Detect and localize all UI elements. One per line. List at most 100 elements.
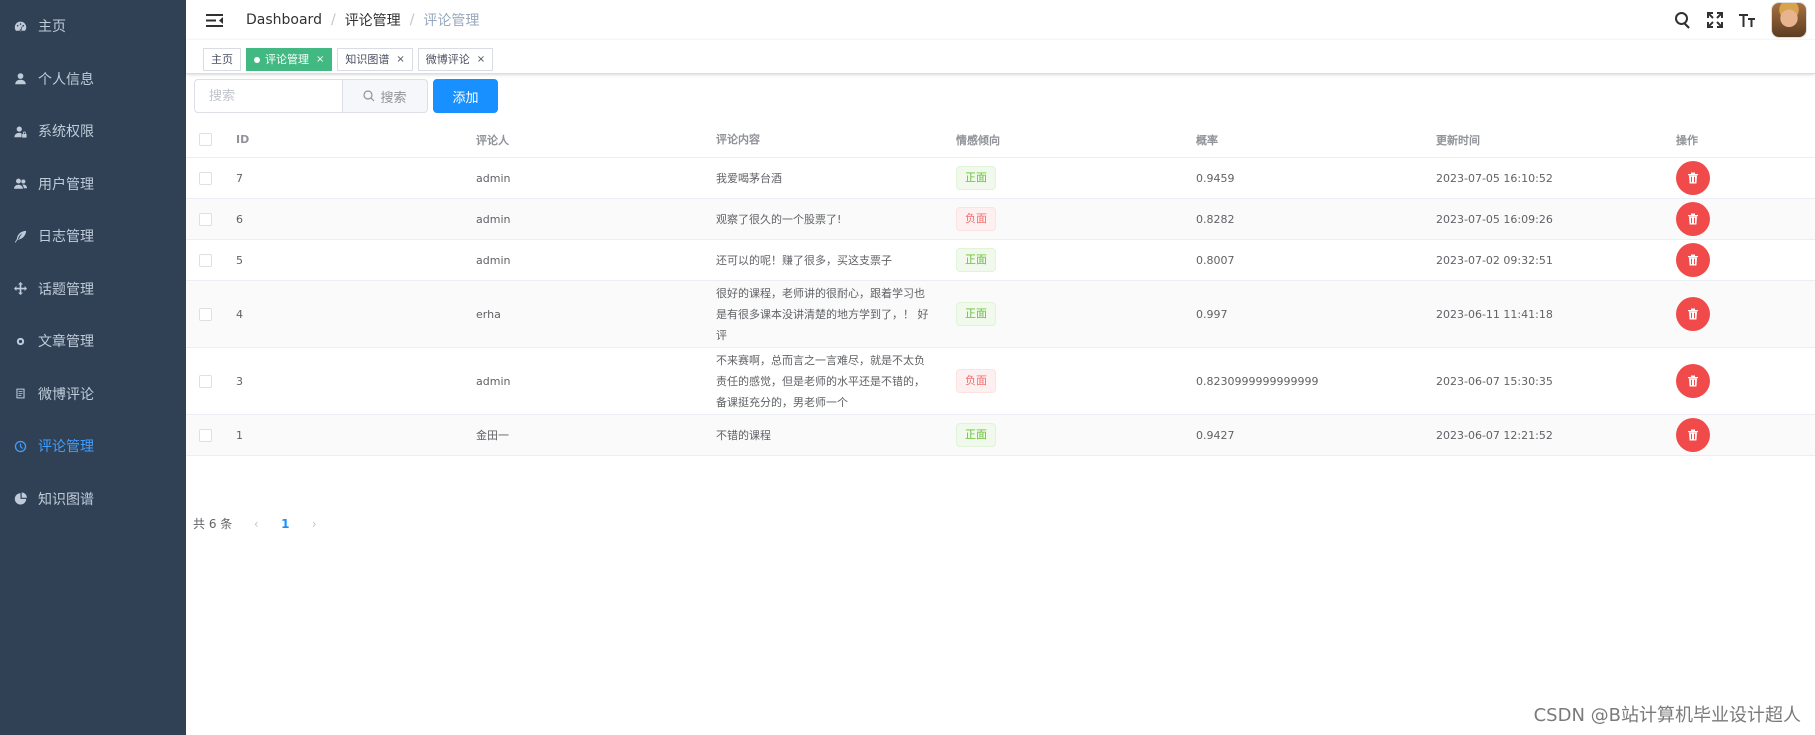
sidebar-item-7[interactable]: 微博评论 <box>0 368 186 421</box>
cell-update-time: 2023-06-07 15:30:35 <box>1436 374 1553 388</box>
cell-user: erha <box>476 307 501 321</box>
font-size-icon[interactable] <box>1737 10 1757 30</box>
search-icon[interactable] <box>1673 10 1693 30</box>
delete-button[interactable] <box>1676 418 1710 452</box>
cell-update-time: 2023-07-02 09:32:51 <box>1436 253 1553 267</box>
users-icon <box>12 176 28 192</box>
hamburger-menu-icon[interactable] <box>204 10 224 30</box>
right-menu <box>1673 0 1807 40</box>
cell-content: 我爱喝茅台酒 <box>716 171 782 185</box>
sidebar-item-9[interactable]: 知识图谱 <box>0 473 186 526</box>
search-input[interactable] <box>194 79 343 113</box>
trash-icon <box>1688 172 1698 184</box>
cell-probability: 0.8230999999999999 <box>1196 374 1319 388</box>
close-icon[interactable]: × <box>477 49 485 70</box>
sidebar-item-5[interactable]: 话题管理 <box>0 263 186 316</box>
cell-update-time: 2023-06-07 12:21:52 <box>1436 428 1553 442</box>
search-icon <box>363 90 375 102</box>
active-dot-icon <box>254 56 260 63</box>
row-checkbox[interactable] <box>199 253 212 267</box>
move-icon <box>12 281 28 297</box>
search-button-label: 搜索 <box>380 90 407 106</box>
sidebar-item-2[interactable]: 系统权限 <box>0 105 186 158</box>
pagination-next-button[interactable]: › <box>300 517 328 531</box>
cell-operation <box>1666 243 1815 277</box>
watermark: CSDN @B站计算机毕业设计超人 <box>1533 705 1801 726</box>
row-checkbox[interactable] <box>199 307 212 321</box>
comment-table: ID 评论人 评论内容 情感倾向 概率 更新时间 操作 7 admin 我爱喝茅台酒… <box>186 122 1815 456</box>
fullscreen-icon[interactable] <box>1705 10 1725 30</box>
header-update-time: 更新时间 <box>1436 133 1480 147</box>
cell-id: 4 <box>236 307 243 321</box>
delete-button[interactable] <box>1676 297 1710 331</box>
emotion-badge: 正面 <box>956 423 996 447</box>
cell-user: admin <box>476 253 511 267</box>
sidebar-item-label: 文章管理 <box>38 334 94 351</box>
sidebar-item-1[interactable]: 个人信息 <box>0 53 186 106</box>
delete-button[interactable] <box>1676 364 1710 398</box>
main-container: Dashboard / 评论管理 / 评论管理 主页 评论管理 × 知识图谱 × 微博评论… <box>186 0 1815 735</box>
cell-user: 金田一 <box>476 429 509 442</box>
dashboard-icon <box>12 18 28 34</box>
sidebar-item-6[interactable]: 文章管理 <box>0 315 186 368</box>
sidebar-item-label: 系统权限 <box>38 124 94 141</box>
breadcrumb: Dashboard / 评论管理 / 评论管理 <box>246 10 479 30</box>
table-row: 1 金田一 不错的课程 正面 0.9427 2023-06-07 12:21:52 <box>186 415 1815 456</box>
tag-1[interactable]: 评论管理 × <box>246 48 333 71</box>
delete-button[interactable] <box>1676 202 1710 236</box>
table-row: 7 admin 我爱喝茅台酒 正面 0.9459 2023-07-05 16:10:52 <box>186 158 1815 199</box>
add-button-label: 添加 <box>452 90 479 106</box>
clock-icon <box>12 438 28 454</box>
pagination-prev-button[interactable]: ‹ <box>242 517 270 531</box>
emotion-badge: 负面 <box>956 369 996 393</box>
breadcrumb-separator: / <box>409 12 415 28</box>
tag-0[interactable]: 主页 <box>203 48 241 71</box>
tag-2[interactable]: 知识图谱 × <box>337 48 413 71</box>
row-checkbox[interactable] <box>199 428 212 442</box>
row-checkbox[interactable] <box>199 374 212 388</box>
breadcrumb-item-dashboard[interactable]: Dashboard <box>246 12 322 28</box>
cell-operation <box>1666 202 1815 236</box>
select-all-checkbox[interactable] <box>199 133 212 146</box>
breadcrumb-item-section: 评论管理 <box>344 13 401 29</box>
tag-label: 主页 <box>211 53 233 66</box>
row-select-cell <box>186 171 226 185</box>
row-checkbox[interactable] <box>199 212 212 226</box>
cell-operation <box>1666 364 1815 398</box>
header-user: 评论人 <box>476 133 509 147</box>
trash-icon <box>1688 375 1698 387</box>
delete-button[interactable] <box>1676 161 1710 195</box>
cell-content: 不来赛啊，总而言之一言难尽，就是不太负责任的感觉，但是老师的水平还是不错的，备课… <box>716 353 925 409</box>
sidebar-item-label: 个人信息 <box>38 71 94 88</box>
table-row: 5 admin 还可以的呢！赚了很多，买这支票子 正面 0.8007 2023-07-02… <box>186 240 1815 281</box>
avatar[interactable] <box>1771 2 1807 38</box>
delete-button[interactable] <box>1676 243 1710 277</box>
breadcrumb-separator: / <box>330 12 336 28</box>
close-icon[interactable]: × <box>316 49 324 70</box>
cell-update-time: 2023-07-05 16:09:26 <box>1436 212 1553 226</box>
sidebar-item-label: 知识图谱 <box>38 491 94 508</box>
sidebar-item-label: 话题管理 <box>38 281 94 298</box>
row-select-cell <box>186 374 226 388</box>
cell-emotion: 负面 <box>946 369 1186 393</box>
sidebar-item-label: 主页 <box>38 19 66 36</box>
tag-3[interactable]: 微博评论 × <box>417 48 494 71</box>
cell-content: 不错的课程 <box>716 428 771 442</box>
emotion-badge: 正面 <box>956 248 996 272</box>
table-body: 7 admin 我爱喝茅台酒 正面 0.9459 2023-07-05 16:10:52 6… <box>186 158 1815 456</box>
cell-id: 7 <box>236 171 243 185</box>
pagination-page-1[interactable]: 1 <box>270 517 300 531</box>
breadcrumb-item-current: 评论管理 <box>423 13 480 29</box>
row-checkbox[interactable] <box>199 171 212 185</box>
sidebar-item-8[interactable]: 评论管理 <box>0 420 186 473</box>
header-id: ID <box>236 133 250 146</box>
add-button[interactable]: 添加 <box>433 79 498 113</box>
search-button[interactable]: 搜索 <box>343 79 428 113</box>
sidebar-item-4[interactable]: 日志管理 <box>0 210 186 263</box>
trash-icon <box>1688 213 1698 225</box>
sidebar-item-0[interactable]: 主页 <box>0 0 186 53</box>
emotion-badge: 正面 <box>956 166 996 190</box>
sidebar-item-3[interactable]: 用户管理 <box>0 158 186 211</box>
close-icon[interactable]: × <box>396 49 404 70</box>
navbar: Dashboard / 评论管理 / 评论管理 <box>186 0 1815 40</box>
